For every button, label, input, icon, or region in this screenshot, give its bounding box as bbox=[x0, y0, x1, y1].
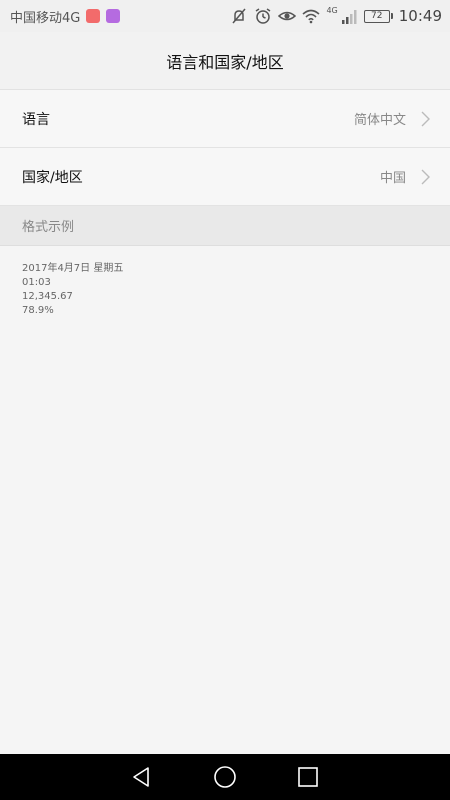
status-left: 中国移动4G bbox=[10, 7, 121, 26]
page-title-bar: 语言和国家/地区 bbox=[0, 32, 450, 90]
page-title: 语言和国家/地区 bbox=[166, 52, 284, 72]
language-row[interactable]: 语言 简体中文 bbox=[0, 90, 450, 148]
settings-list: 语言 简体中文 国家/地区 中国 bbox=[0, 90, 450, 206]
back-button[interactable] bbox=[129, 764, 155, 790]
example-number: 12,345.67 bbox=[22, 291, 73, 302]
eye-icon bbox=[278, 11, 297, 21]
wifi-icon bbox=[302, 9, 320, 24]
region-row[interactable]: 国家/地区 中国 bbox=[0, 148, 450, 206]
format-example-header: 格式示例 bbox=[0, 206, 450, 246]
status-bar: 中国移动4G 4G 72 10:49 bbox=[0, 0, 450, 32]
home-icon bbox=[214, 766, 236, 788]
alarm-icon bbox=[256, 8, 271, 24]
battery-level: 72 bbox=[363, 9, 390, 23]
network-type-badge: 4G bbox=[326, 5, 338, 15]
home-button[interactable] bbox=[212, 764, 238, 790]
signal-icon bbox=[341, 10, 357, 24]
recents-icon bbox=[298, 767, 319, 787]
status-right: 4G 72 10:49 bbox=[230, 5, 442, 25]
mute-icon bbox=[232, 8, 247, 24]
language-value: 简体中文 bbox=[353, 113, 406, 128]
chevron-right-icon bbox=[421, 169, 430, 184]
example-percent: 78.9% bbox=[22, 305, 54, 316]
format-example-title: 格式示例 bbox=[22, 220, 75, 235]
format-example-block: 2017年4月7日 星期五 01:03 12,345.67 78.9% bbox=[22, 262, 123, 318]
language-label: 语言 bbox=[22, 111, 50, 128]
battery-icon: 72 bbox=[363, 9, 393, 23]
example-date: 2017年4月7日 星期五 bbox=[22, 263, 124, 274]
example-time: 01:03 bbox=[22, 277, 51, 288]
recents-button[interactable] bbox=[295, 764, 321, 790]
back-icon bbox=[132, 767, 149, 787]
region-label: 国家/地区 bbox=[22, 169, 83, 186]
app-red-icon bbox=[86, 9, 101, 23]
navigation-bar bbox=[0, 754, 450, 800]
clock: 10:49 bbox=[398, 7, 442, 25]
region-value: 中国 bbox=[379, 171, 406, 186]
chevron-right-icon bbox=[421, 111, 430, 126]
app-purple-icon bbox=[106, 9, 121, 23]
carrier-label: 中国移动4G bbox=[10, 10, 81, 26]
